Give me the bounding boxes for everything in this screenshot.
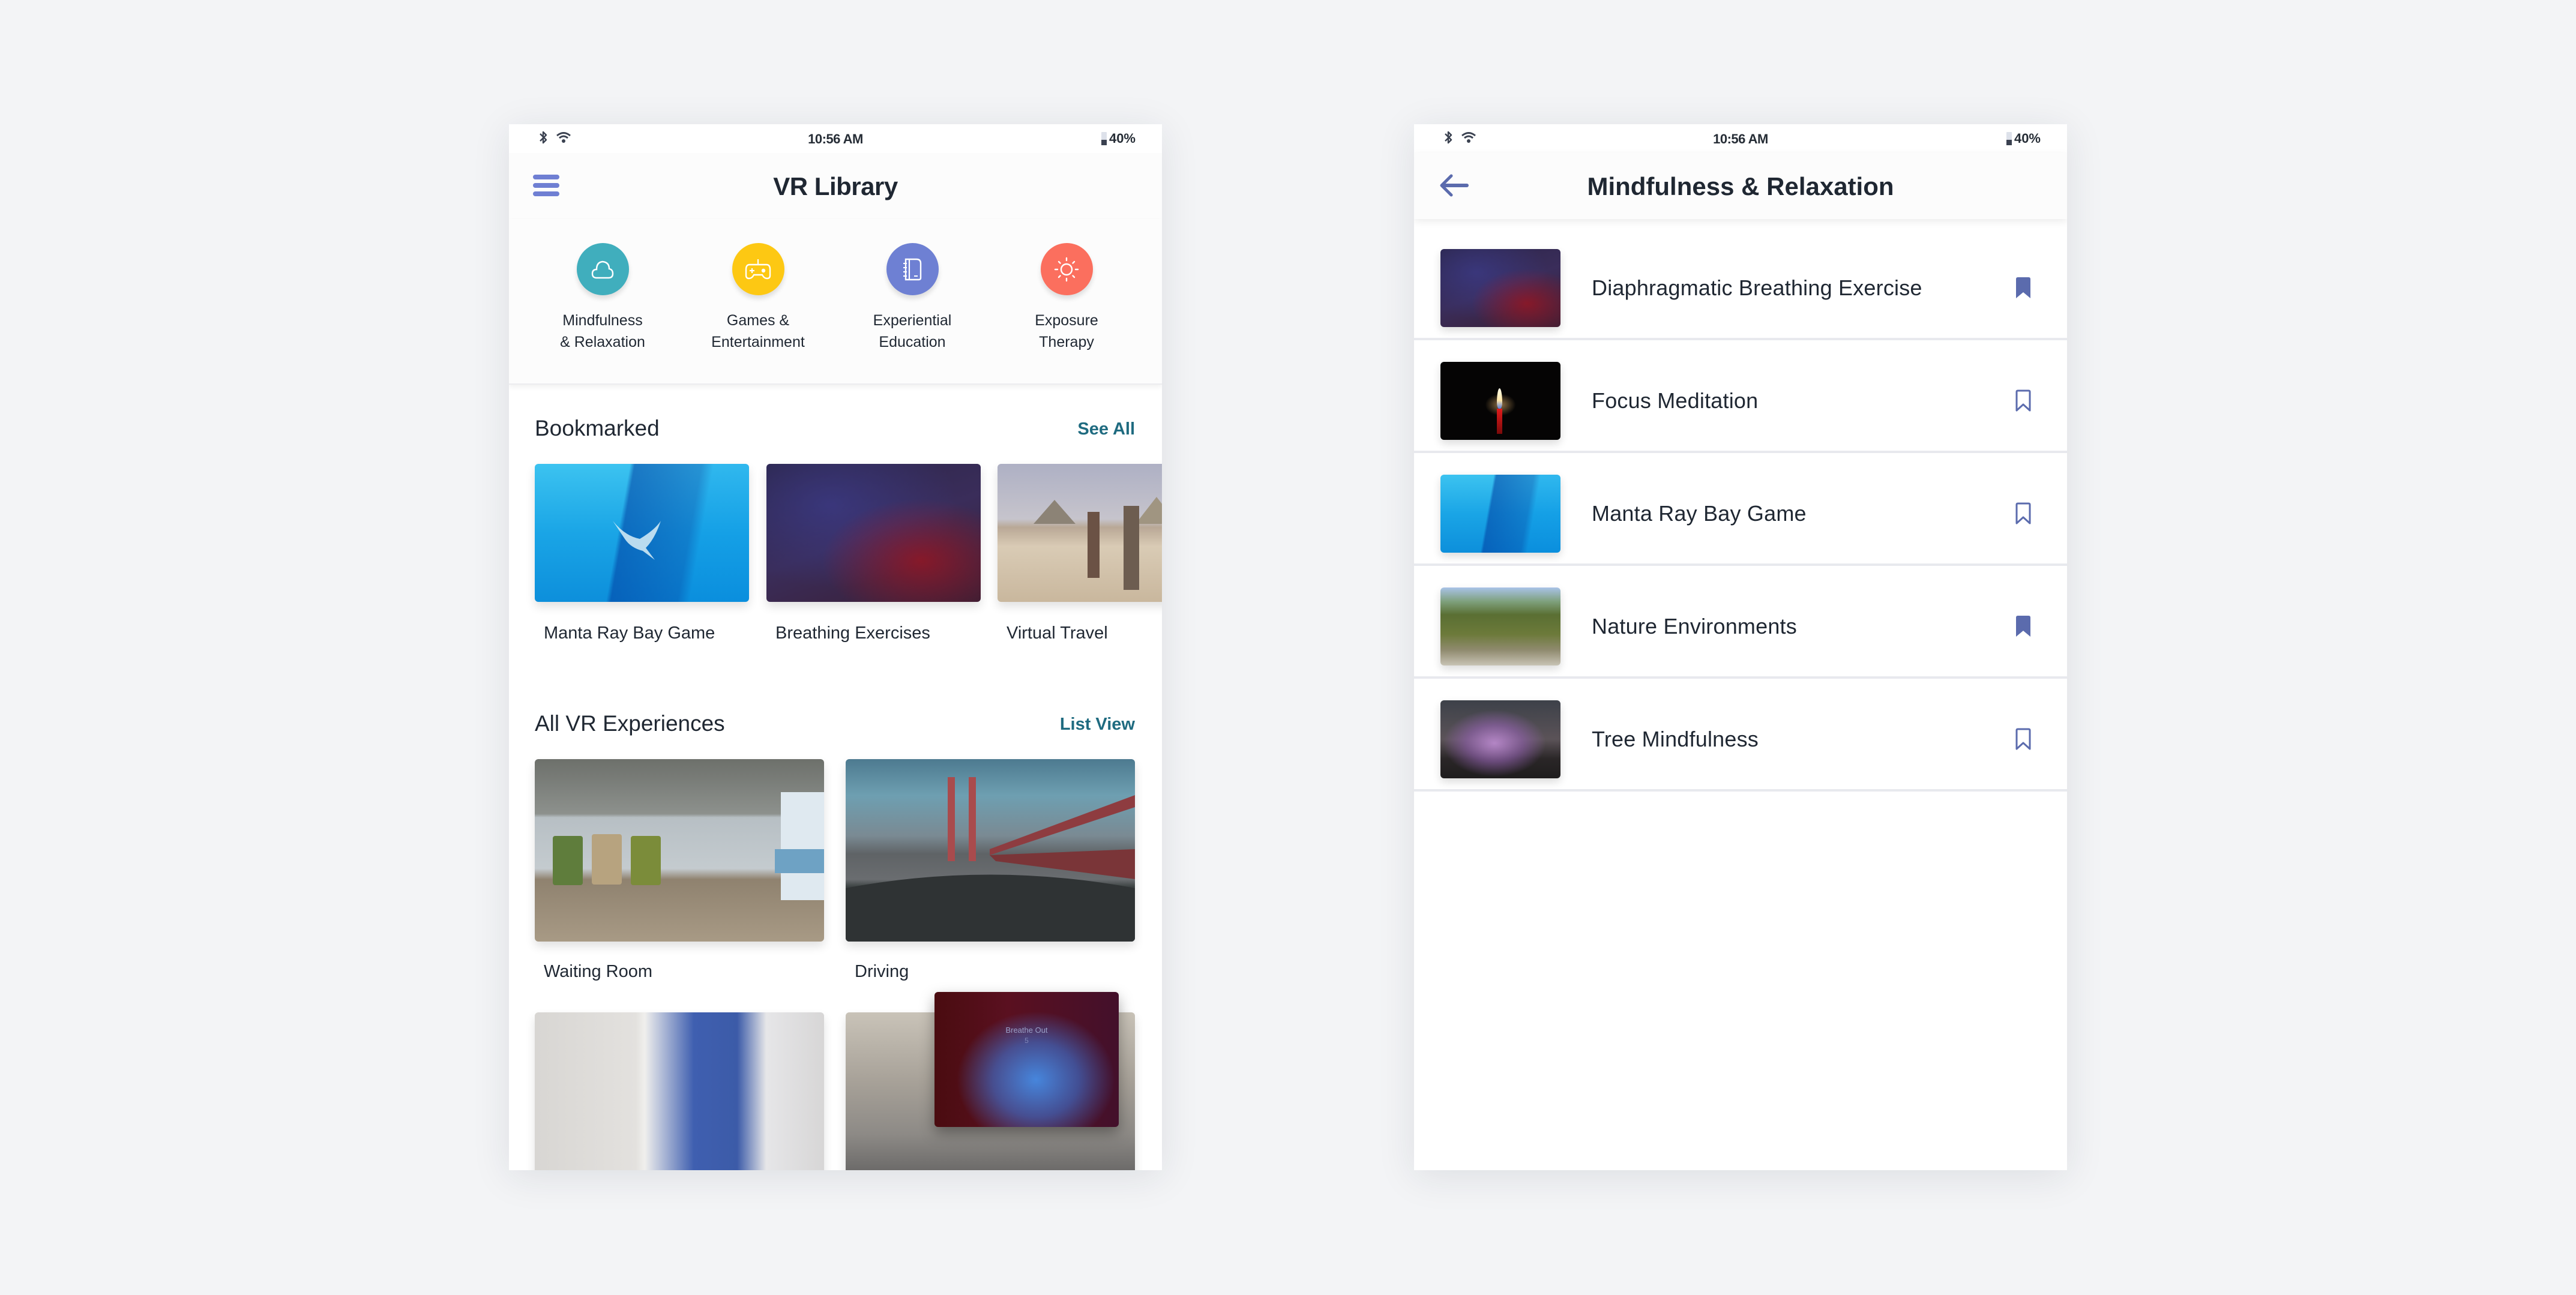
category-label-line1: Games & [726,312,790,329]
clock: 10:56 AM [1713,131,1768,146]
experience-card-clinic[interactable] [535,1012,824,1170]
category-label-line1: Experiential [873,312,952,329]
category-icon-circle [576,243,629,295]
app-header: Mindfulness & Relaxation [1414,153,2067,219]
bookmark-outline-icon[interactable] [2014,502,2032,525]
battery-icon [1101,132,1107,145]
list-thumbnail [1440,362,1560,440]
experience-list: Diaphragmatic Breathing Exercise Focus M… [1414,227,2067,792]
card-label: Waiting Room [544,962,653,981]
list-item-title: Manta Ray Bay Game [1592,501,1807,526]
overlay-count: 5 [1025,1036,1029,1045]
list-thumbnail [1440,249,1560,327]
list-item-title: Nature Environments [1592,614,1797,638]
bookmark-outline-icon[interactable] [2014,728,2032,751]
category-label-line2: Entertainment [711,334,805,350]
overlay-text: Breathe Out [1005,1026,1048,1035]
list-item[interactable]: Diaphragmatic Breathing Exercise [1414,227,2067,340]
bookmarked-card-breathing[interactable] [766,464,981,602]
list-item-title: Diaphragmatic Breathing Exercise [1592,275,1922,300]
list-thumbnail [1440,475,1560,553]
driving-image [846,777,1135,942]
category-icon-circle [886,243,939,295]
category-label-line2: Therapy [1039,334,1094,350]
list-item[interactable]: Focus Meditation [1414,340,2067,453]
list-view-link[interactable]: List View [1060,715,1135,735]
bookmark-filled-icon[interactable] [2014,277,2032,299]
bookmarked-card-virtual-travel[interactable] [998,464,1162,602]
card-label: Virtual Travel [1007,623,1108,643]
bookmarked-heading: Bookmarked [535,416,660,440]
list-item[interactable]: Tree Mindfulness [1414,679,2067,792]
sun-icon [1054,257,1079,281]
category-label-line2: & Relaxation [560,334,645,350]
all-experiences-heading: All VR Experiences [535,711,725,736]
battery-percentage: 40% [1109,131,1136,146]
notebook-icon [903,258,922,280]
category-icon-circle [732,243,784,295]
category-bar: Mindfulness & Relaxation Games & Enterta… [509,219,1162,385]
pyramids-image [1034,497,1162,590]
cloud-icon [591,260,614,278]
list-item-title: Tree Mindfulness [1592,727,1759,751]
bookmarked-card-manta-ray[interactable] [535,464,749,602]
status-bar: 10:56 AM 40% [1414,124,2067,153]
category-label-line2: Education [879,334,946,350]
page-title: VR Library [773,172,898,200]
list-item-title: Focus Meditation [1592,388,1759,413]
category-games-entertainment[interactable]: Games & Entertainment [698,243,818,353]
category-icon-circle [1040,243,1093,295]
card-label: Driving [855,962,909,981]
category-mindfulness-relaxation[interactable]: Mindfulness & Relaxation [543,243,663,353]
card-label: Breathing Exercises [775,623,930,643]
page-title: Mindfulness & Relaxation [1587,172,1894,200]
list-item[interactable]: Nature Environments [1414,566,2067,679]
list-thumbnail [1440,587,1560,666]
vr-library-screen: 10:56 AM 40% VR Library Mindfulness & Re… [509,124,1162,1170]
list-item[interactable]: Manta Ray Bay Game [1414,453,2067,566]
battery-icon [2006,132,2012,145]
card-label: Manta Ray Bay Game [544,623,715,643]
manta-ray-image [613,521,661,560]
category-label-line1: Mindfulness [562,312,643,329]
experience-card-waiting-room[interactable] [535,759,824,942]
gamepad-icon [745,259,771,279]
see-all-link[interactable]: See All [1077,419,1135,439]
status-bar: 10:56 AM 40% [509,124,1162,153]
bookmark-filled-icon[interactable] [2014,615,2032,638]
waiting-room-image [553,792,824,900]
category-experiential-education[interactable]: Experiential Education [852,243,972,353]
battery-percentage: 40% [2014,131,2041,146]
bookmark-outline-icon[interactable] [2014,389,2032,412]
list-thumbnail [1440,700,1560,778]
category-exposure-therapy[interactable]: Exposure Therapy [1007,243,1127,353]
category-label-line1: Exposure [1035,312,1098,329]
dragged-card-breathing[interactable]: Breathe Out 5 [934,992,1119,1127]
app-header: VR Library [509,153,1162,219]
category-screen: 10:56 AM 40% Mindfulness & Relaxation Di… [1414,124,2067,1170]
experience-card-driving[interactable] [846,759,1135,942]
clock: 10:56 AM [808,131,863,146]
